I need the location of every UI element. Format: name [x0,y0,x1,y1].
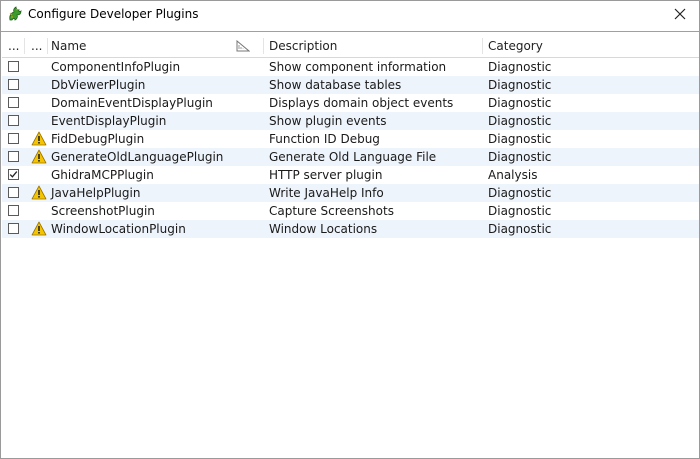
plugins-table: ... ... Name Description Category Compon… [2,35,699,455]
plugin-category: Diagnostic [488,132,552,146]
column-divider[interactable] [263,38,264,54]
plugin-name: ScreenshotPlugin [51,204,155,218]
plugin-name: ComponentInfoPlugin [51,60,181,74]
plugin-enabled-checkbox[interactable] [8,133,19,144]
title-separator [1,31,699,32]
plugin-category: Diagnostic [488,150,552,164]
plugin-name: WindowLocationPlugin [51,222,186,236]
column-divider[interactable] [482,38,483,54]
close-icon [674,8,686,20]
plugin-category: Analysis [488,168,538,182]
plugin-enabled-checkbox[interactable] [8,97,19,108]
table-row[interactable]: GenerateOldLanguagePlugin Generate Old La… [2,148,699,166]
table-row[interactable]: GhidraMCPPlugin HTTP server plugin Analysi… [2,166,699,184]
plugin-name: JavaHelpPlugin [51,186,141,200]
plugin-description: HTTP server plugin [269,168,383,182]
dragon-icon [9,6,22,21]
plugin-category: Diagnostic [488,114,552,128]
warning-icon [31,185,47,200]
plugin-name: FidDebugPlugin [51,132,145,146]
plugin-name: GhidraMCPPlugin [51,168,154,182]
plugin-name: GenerateOldLanguagePlugin [51,150,224,164]
column-header-name[interactable]: Name [51,35,86,57]
column-header-enabled[interactable]: ... [8,35,19,57]
plugin-category: Diagnostic [488,222,552,236]
plugin-description: Displays domain object events [269,96,454,110]
plugin-name: EventDisplayPlugin [51,114,167,128]
table-row[interactable]: FidDebugPlugin Function ID Debug Diagnosti… [2,130,699,148]
plugin-enabled-checkbox[interactable] [8,187,19,198]
warning-icon [31,131,47,146]
table-row[interactable]: DomainEventDisplayPlugin Displays domain … [2,94,699,112]
window-title: Configure Developer Plugins [28,7,199,21]
column-header-category[interactable]: Category [488,35,543,57]
table-row[interactable]: ScreenshotPlugin Capture Screenshots Diagn… [2,202,699,220]
plugin-enabled-checkbox[interactable] [8,205,19,216]
close-button[interactable] [665,1,695,27]
title-bar: Configure Developer Plugins [1,1,699,29]
checkmark-icon [9,171,18,178]
plugin-enabled-checkbox[interactable] [8,79,19,90]
table-row[interactable]: DbViewerPlugin Show database tables Diagno… [2,76,699,94]
plugin-name: DomainEventDisplayPlugin [51,96,213,110]
plugin-description: Show component information [269,60,447,74]
plugin-description: Window Locations [269,222,378,236]
plugins-dialog: Configure Developer Plugins ... ... Name… [0,0,700,459]
column-divider[interactable] [47,38,48,54]
column-header-description[interactable]: Description [269,35,337,57]
plugin-category: Diagnostic [488,60,552,74]
plugin-description: Write JavaHelp Info [269,186,384,200]
plugin-name: DbViewerPlugin [51,78,146,92]
plugin-category: Diagnostic [488,186,552,200]
plugin-enabled-checkbox[interactable] [8,115,19,126]
column-divider[interactable] [24,38,25,54]
sort-icon[interactable] [236,40,250,52]
plugin-enabled-checkbox[interactable] [8,223,19,234]
warning-icon [31,221,47,236]
plugin-enabled-checkbox[interactable] [8,169,19,180]
plugin-enabled-checkbox[interactable] [8,61,19,72]
plugin-category: Diagnostic [488,96,552,110]
column-header-status[interactable]: ... [31,35,42,57]
plugin-category: Diagnostic [488,78,552,92]
plugin-description: Function ID Debug [269,132,380,146]
table-row[interactable]: WindowLocationPlugin Window Locations Diag… [2,220,699,238]
plugin-description: Generate Old Language File [269,150,437,164]
plugin-description: Capture Screenshots [269,204,394,218]
table-row[interactable]: ComponentInfoPlugin Show component inform… [2,58,699,76]
table-header: ... ... Name Description Category [2,35,699,58]
plugin-enabled-checkbox[interactable] [8,151,19,162]
plugin-description: Show database tables [269,78,402,92]
table-row[interactable]: JavaHelpPlugin Write JavaHelp Info Diagnos… [2,184,699,202]
table-row[interactable]: EventDisplayPlugin Show plugin events Diag… [2,112,699,130]
plugin-description: Show plugin events [269,114,387,128]
warning-icon [31,149,47,164]
plugin-category: Diagnostic [488,204,552,218]
